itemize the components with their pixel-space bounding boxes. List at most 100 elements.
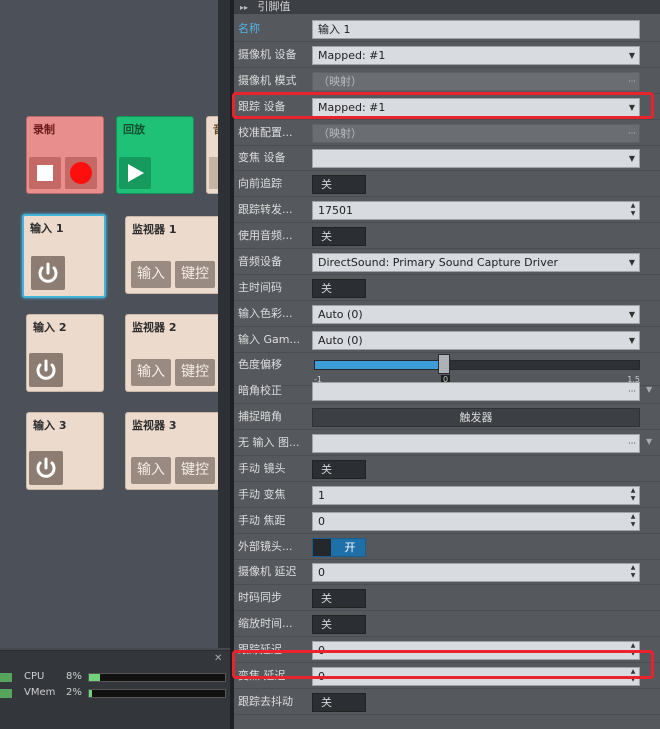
record-tile[interactable]: 录制 xyxy=(26,116,104,194)
play-button[interactable] xyxy=(119,157,151,189)
cpu-meter xyxy=(88,673,226,682)
monitor-keyer-button[interactable]: 键控 xyxy=(175,457,215,484)
property-spinbox[interactable]: 0 ▲ ▼ xyxy=(312,512,640,531)
chevron-down-icon[interactable]: ▼ xyxy=(625,150,639,167)
property-label: 输入色彩... xyxy=(238,307,293,320)
property-row: 摄像机 模式 （映射） ··· xyxy=(234,68,660,94)
monitor-keyer-button[interactable]: 键控 xyxy=(175,261,215,288)
audio-tile-button[interactable] xyxy=(209,157,218,189)
chevron-down-icon[interactable]: ▼ xyxy=(625,332,639,349)
property-value: 0 xyxy=(318,515,325,528)
slider-track[interactable] xyxy=(314,360,640,370)
property-toggle[interactable]: 关 xyxy=(312,175,366,194)
property-value: Auto (0) xyxy=(318,334,363,347)
toggle-state-label: 关 xyxy=(321,618,332,631)
vmem-value: 2% xyxy=(66,687,82,698)
property-row: 手动 镜头 关 xyxy=(234,456,660,482)
input-title: 输入 3 xyxy=(33,419,67,432)
property-toggle[interactable]: 关 xyxy=(312,227,366,246)
property-value: 输入 1 xyxy=(318,23,351,36)
toggle-state-label: 开 xyxy=(344,541,356,554)
property-dropdown[interactable]: DirectSound: Primary Sound Capture Drive… xyxy=(312,253,640,272)
chevron-down-icon[interactable]: ▼ xyxy=(625,306,639,323)
cpu-row: CPU 8% xyxy=(0,671,230,685)
property-value: 1 xyxy=(318,489,325,502)
property-row: 向前追踪 关 xyxy=(234,171,660,197)
property-spinbox[interactable]: 17501 ▲ ▼ xyxy=(312,201,640,220)
property-browse-field[interactable]: ··· xyxy=(312,434,640,453)
ellipsis-icon[interactable]: ··· xyxy=(625,73,639,90)
audio-tile-partial[interactable]: 音 xyxy=(206,116,218,194)
property-row: 音频设备 DirectSound: Primary Sound Capture D… xyxy=(234,249,660,275)
property-dropdown[interactable]: Auto (0) ▼ xyxy=(312,305,640,324)
ellipsis-icon[interactable]: ··· xyxy=(625,125,639,142)
cpu-indicator xyxy=(0,673,12,682)
record-button[interactable] xyxy=(65,157,97,189)
property-spinbox[interactable]: 0 ▲ ▼ xyxy=(312,563,640,582)
chevron-down-icon[interactable]: ▼ xyxy=(646,385,652,394)
property-toggle[interactable]: 关 xyxy=(312,279,366,298)
monitor-title: 监视器 3 xyxy=(132,419,177,432)
spinner-arrows-icon[interactable]: ▲ ▼ xyxy=(627,202,639,219)
property-row: 名称 输入 1 xyxy=(234,16,660,42)
spinner-arrows-icon[interactable]: ▲ ▼ xyxy=(627,487,639,504)
stop-button[interactable] xyxy=(29,157,61,189)
panel-splitter[interactable] xyxy=(218,0,230,648)
slider-thumb[interactable] xyxy=(438,354,450,374)
property-field-disabled[interactable]: （映射） ··· xyxy=(312,72,640,91)
toggle-knob xyxy=(313,539,331,556)
properties-title: 引脚值 xyxy=(257,0,291,13)
vmem-row: VMem 2% xyxy=(0,687,230,701)
property-row: 摄像机 延迟 0 ▲ ▼ xyxy=(234,559,660,585)
property-dropdown[interactable]: Mapped: #1 ▼ xyxy=(312,46,640,65)
input-2-power-button[interactable] xyxy=(29,353,63,387)
property-spinbox[interactable]: 1 ▲ ▼ xyxy=(312,486,640,505)
properties-panel: ▸▸ 引脚值 名称 输入 1 摄像机 设备 Mapped: #1 ▼ 摄像机 模式 （映射）… xyxy=(232,0,660,729)
slider-fill xyxy=(315,361,445,369)
toggle-state-label: 关 xyxy=(321,178,332,191)
chevron-down-icon[interactable]: ▼ xyxy=(646,437,652,446)
ellipsis-icon[interactable]: ··· xyxy=(625,435,639,452)
property-dropdown[interactable]: ▼ xyxy=(312,149,640,168)
ellipsis-icon[interactable]: ··· xyxy=(625,383,639,400)
property-toggle[interactable]: 关 xyxy=(312,615,366,634)
chevron-down-icon[interactable]: ▼ xyxy=(625,254,639,271)
monitor-keyer-button[interactable]: 键控 xyxy=(175,359,215,386)
property-toggle[interactable]: 关 xyxy=(312,460,366,479)
property-toggle[interactable]: 关 xyxy=(312,589,366,608)
property-dropdown[interactable]: Auto (0) ▼ xyxy=(312,331,640,350)
properties-header: ▸▸ 引脚值 xyxy=(234,0,660,14)
property-browse-field[interactable]: ··· xyxy=(312,382,640,401)
input-tile-1[interactable]: 输入 1 xyxy=(22,214,106,298)
property-label: 名称 xyxy=(238,22,260,35)
toggle-state-label: 关 xyxy=(321,696,332,709)
property-toggle[interactable]: 开 xyxy=(312,538,366,557)
input-3-power-button[interactable] xyxy=(29,451,63,485)
input-tile-2[interactable]: 输入 2 xyxy=(26,314,104,392)
property-label: 时码同步 xyxy=(238,591,282,604)
collapse-icon[interactable]: ▸▸ xyxy=(240,3,248,12)
monitor-tile-1[interactable]: 监视器 1 输入 键控 xyxy=(125,216,218,294)
monitor-input-button[interactable]: 输入 xyxy=(131,359,171,386)
property-toggle[interactable]: 关 xyxy=(312,693,366,712)
monitor-input-button[interactable]: 输入 xyxy=(131,457,171,484)
monitor-input-button[interactable]: 输入 xyxy=(131,261,171,288)
property-field-disabled[interactable]: （映射） ··· xyxy=(312,124,640,143)
input-title: 输入 1 xyxy=(30,222,64,235)
input-title: 输入 2 xyxy=(33,321,67,334)
spinner-arrows-icon[interactable]: ▲ ▼ xyxy=(627,513,639,530)
name-field[interactable]: 输入 1 xyxy=(312,20,640,39)
property-value: Mapped: #1 xyxy=(318,49,386,62)
spinner-arrows-icon[interactable]: ▲ ▼ xyxy=(627,564,639,581)
monitor-tile-3[interactable]: 监视器 3 输入 键控 xyxy=(125,412,218,490)
trigger-button[interactable]: 触发器 xyxy=(312,408,640,427)
chevron-down-icon[interactable]: ▼ xyxy=(625,47,639,64)
input-1-power-button[interactable] xyxy=(31,256,65,290)
property-label: 暗角校正 xyxy=(238,384,282,397)
close-icon[interactable]: ✕ xyxy=(214,653,222,664)
monitor-tile-2[interactable]: 监视器 2 输入 键控 xyxy=(125,314,218,392)
playback-tile[interactable]: 回放 xyxy=(116,116,194,194)
input-tile-3[interactable]: 输入 3 xyxy=(26,412,104,490)
toggle-state-label: 关 xyxy=(321,230,332,243)
power-icon xyxy=(38,262,58,283)
